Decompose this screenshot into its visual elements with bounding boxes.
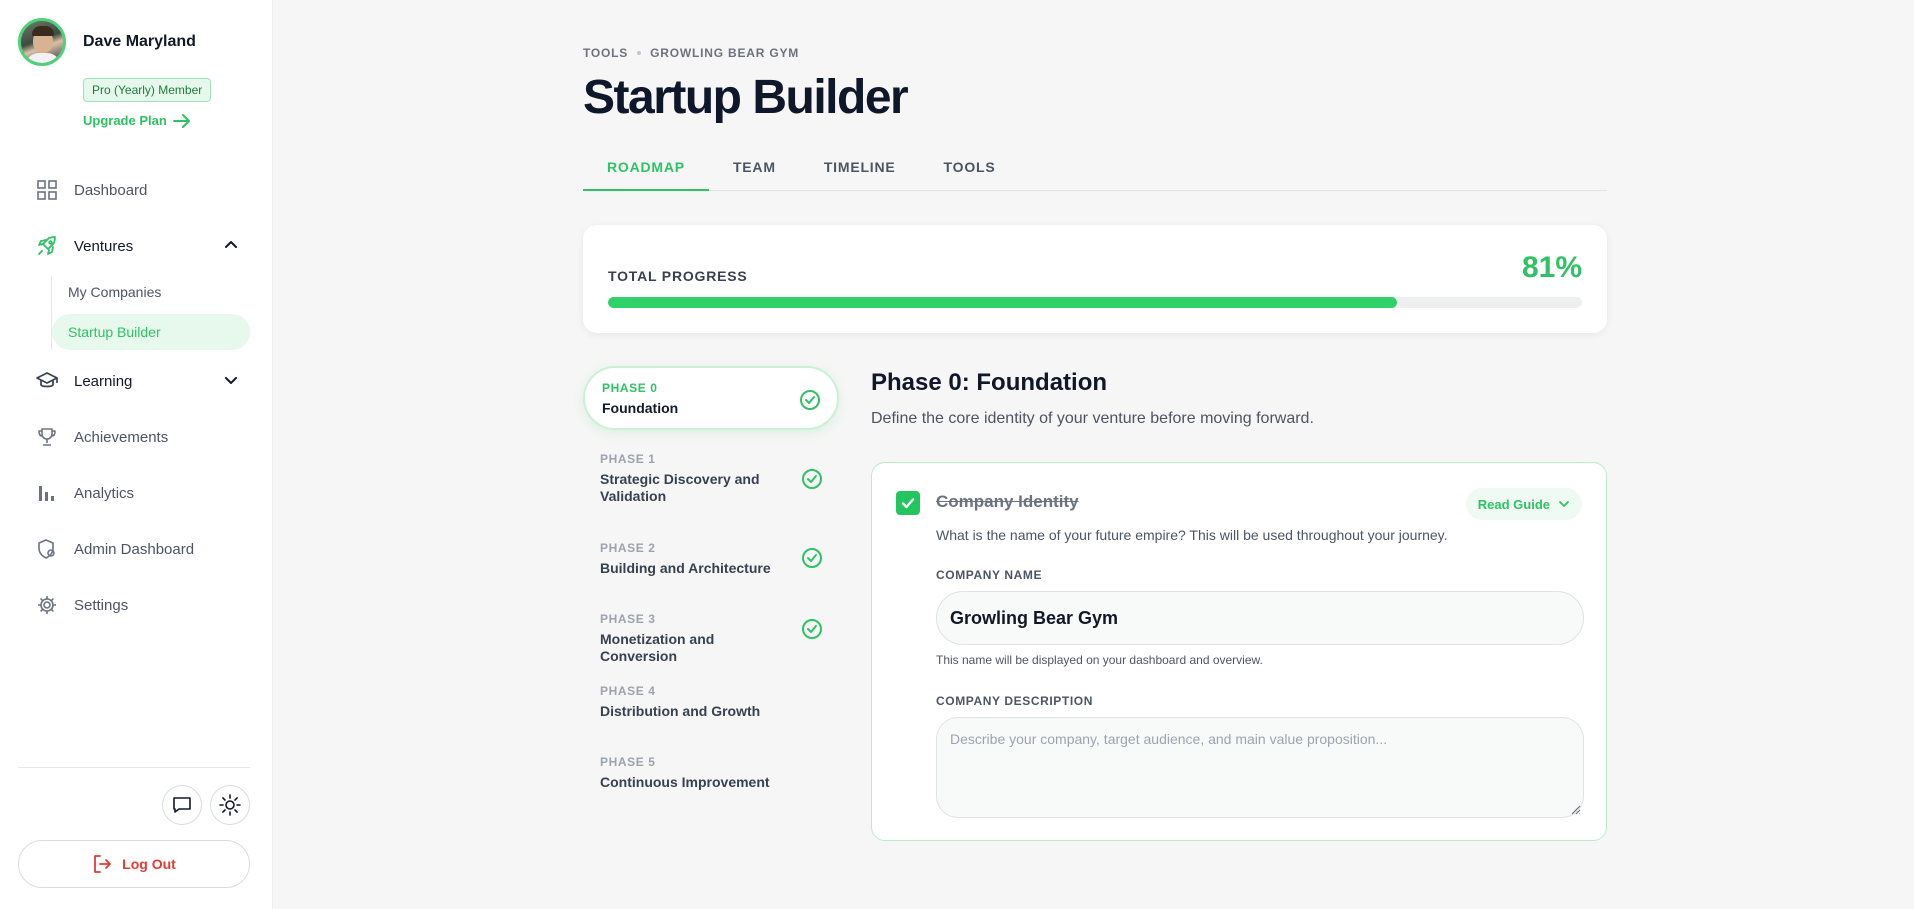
sidebar-item-admin-dashboard[interactable]: Admin Dashboard xyxy=(36,531,251,567)
company-description-label: COMPANY DESCRIPTION xyxy=(936,694,1093,708)
task-complete-checkbox[interactable] xyxy=(896,491,920,515)
tab-timeline[interactable]: TIMELINE xyxy=(800,149,920,191)
phase-item-5[interactable]: PHASE 5 Continuous Improvement xyxy=(583,755,839,799)
phase-name: Building and Architecture xyxy=(600,560,771,576)
progress-bar-fill xyxy=(608,297,1397,308)
check-circle-icon xyxy=(800,390,820,410)
progress-percent: 81% xyxy=(1521,251,1582,284)
company-name-hint: This name will be displayed on your dash… xyxy=(936,653,1263,667)
sidebar-item-dashboard[interactable]: Dashboard xyxy=(36,172,251,208)
chat-icon xyxy=(173,797,191,813)
phase-item-0[interactable]: PHASE 0 Foundation xyxy=(583,366,839,430)
phase-number: PHASE 5 xyxy=(600,755,656,769)
feedback-button[interactable] xyxy=(162,785,202,825)
sidebar-item-label: Learning xyxy=(74,372,133,390)
phase-name: Distribution and Growth xyxy=(600,703,761,719)
check-circle-icon xyxy=(802,469,822,489)
trophy-icon xyxy=(36,426,58,448)
tab-tools[interactable]: TOOLS xyxy=(920,149,1020,191)
arrow-right-icon xyxy=(172,113,190,128)
graduation-cap-icon xyxy=(36,370,58,392)
breadcrumb: TOOLS GROWLING BEAR GYM xyxy=(583,46,799,60)
read-guide-button[interactable]: Read Guide xyxy=(1465,488,1582,520)
sidebar-item-ventures[interactable]: Ventures xyxy=(36,228,251,264)
phase-item-2[interactable]: PHASE 2 Building and Architecture xyxy=(583,541,839,585)
logout-icon xyxy=(94,855,112,873)
user-name: Dave Maryland xyxy=(83,33,196,50)
tab-roadmap[interactable]: ROADMAP xyxy=(583,149,709,191)
sidebar-item-label: Dashboard xyxy=(74,181,148,199)
progress-bar xyxy=(608,297,1582,308)
logout-button[interactable]: Log Out xyxy=(18,840,250,888)
task-description: What is the name of your future empire? … xyxy=(936,527,1448,543)
sidebar-item-label: Analytics xyxy=(74,484,135,502)
phase-detail-subtitle: Define the core identity of your venture… xyxy=(871,410,1314,427)
sidebar-subitem-my-companies[interactable]: My Companies xyxy=(52,274,250,310)
breadcrumb-separator xyxy=(637,51,642,55)
task-card-company-identity: Company Identity Read Guide What is the … xyxy=(871,462,1607,841)
sidebar-item-label: Settings xyxy=(74,596,129,614)
sidebar-subitem-startup-builder[interactable]: Startup Builder xyxy=(52,314,250,350)
membership-badge: Pro (Yearly) Member xyxy=(83,78,212,102)
shield-gear-icon xyxy=(36,538,58,560)
logout-label: Log Out xyxy=(122,856,176,872)
bar-chart-icon xyxy=(36,482,58,504)
breadcrumb-item-company[interactable]: GROWLING BEAR GYM xyxy=(650,46,799,60)
phase-number: PHASE 4 xyxy=(600,684,656,698)
sidebar-item-analytics[interactable]: Analytics xyxy=(36,475,251,511)
company-description-textarea[interactable] xyxy=(936,717,1584,818)
sidebar-item-learning[interactable]: Learning xyxy=(36,363,251,399)
grid-icon xyxy=(36,179,58,201)
phase-detail-title: Phase 0: Foundation xyxy=(871,369,1108,396)
breadcrumb-item-tools[interactable]: TOOLS xyxy=(583,46,628,60)
sidebar-item-label: Achievements xyxy=(74,428,169,446)
tab-team[interactable]: TEAM xyxy=(709,149,800,191)
phase-item-3[interactable]: PHASE 3 Monetization and Conversion xyxy=(583,612,839,664)
phase-name: Continuous Improvement xyxy=(600,774,770,790)
company-name-input[interactable] xyxy=(936,591,1584,645)
sidebar-item-achievements[interactable]: Achievements xyxy=(36,419,251,455)
upgrade-plan-label: Upgrade Plan xyxy=(83,113,167,128)
read-guide-label: Read Guide xyxy=(1477,496,1550,512)
check-circle-icon xyxy=(802,548,822,568)
phase-item-1[interactable]: PHASE 1 Strategic Discovery and Validati… xyxy=(583,452,839,512)
progress-label: TOTAL PROGRESS xyxy=(608,268,748,284)
chevron-down-icon xyxy=(225,377,237,384)
sidebar: Dave Maryland Pro (Yearly) Member Upgrad… xyxy=(0,0,273,909)
sidebar-item-label: Admin Dashboard xyxy=(74,540,195,558)
avatar[interactable] xyxy=(18,18,66,66)
chevron-down-icon xyxy=(1559,501,1569,507)
phase-name: Strategic Discovery and Validation xyxy=(600,471,760,504)
chevron-up-icon xyxy=(225,241,237,248)
resize-grip-icon[interactable] xyxy=(1569,803,1581,815)
phase-name: Foundation xyxy=(602,400,679,416)
sidebar-divider xyxy=(18,767,250,768)
rocket-icon xyxy=(36,235,58,257)
phase-number: PHASE 1 xyxy=(600,452,656,466)
sun-icon xyxy=(219,794,241,816)
page-title: Startup Builder xyxy=(583,71,909,124)
sidebar-item-label: Ventures xyxy=(74,237,134,255)
upgrade-plan-link[interactable]: Upgrade Plan xyxy=(83,113,191,128)
gear-icon xyxy=(36,594,58,616)
theme-toggle-button[interactable] xyxy=(210,785,250,825)
check-circle-icon xyxy=(802,619,822,639)
company-name-label: COMPANY NAME xyxy=(936,568,1043,582)
total-progress-card: TOTAL PROGRESS 81% xyxy=(583,225,1607,333)
task-title: Company Identity xyxy=(936,492,1079,511)
tab-bar: ROADMAP TEAM TIMELINE TOOLS xyxy=(583,149,1607,191)
checkmark-icon xyxy=(901,498,915,509)
sidebar-item-settings[interactable]: Settings xyxy=(36,587,251,623)
phase-item-4[interactable]: PHASE 4 Distribution and Growth xyxy=(583,684,839,728)
phase-name: Monetization and Conversion xyxy=(600,631,715,664)
